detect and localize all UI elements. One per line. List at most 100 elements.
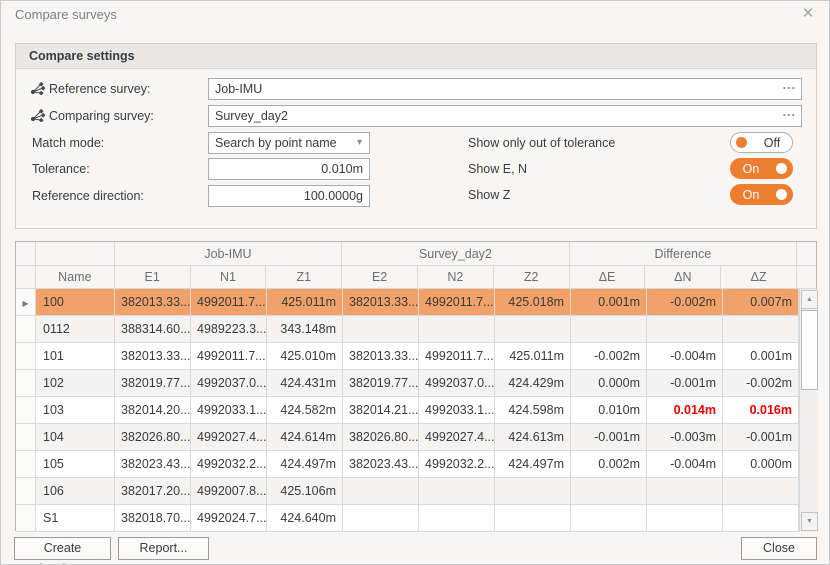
cell-ΔE: 0.002m: [571, 451, 647, 478]
table-row[interactable]: 106382017.20...4992007.8...425.106m: [16, 478, 799, 505]
cell-E1: 382023.43...: [115, 451, 191, 478]
column-header-e2[interactable]: E2: [342, 266, 418, 289]
toggle-knob: [736, 137, 747, 148]
cell-name: 0112: [36, 316, 115, 343]
cell-E1: 382013.33...: [115, 343, 191, 370]
close-button[interactable]: Close: [741, 537, 817, 560]
reference-direction-input[interactable]: 100.0000g: [208, 185, 370, 207]
cell-N2: [419, 505, 495, 532]
cell-ΔN: [647, 478, 723, 505]
toggle-state: On: [731, 188, 771, 202]
row-marker: [16, 451, 36, 478]
cell-Z2: [495, 478, 571, 505]
cell-ΔZ: 0.016m: [723, 397, 799, 424]
show-out-of-tolerance-toggle[interactable]: Off: [730, 132, 793, 153]
cell-E1: 382017.20...: [115, 478, 191, 505]
cell-Z1: 343.148m: [267, 316, 343, 343]
match-mode-value: Search by point name: [215, 136, 337, 150]
tolerance-input[interactable]: 0.010m: [208, 158, 370, 180]
cell-N1: 4992027.4...: [191, 424, 267, 451]
table-row[interactable]: 0112388314.60...4989223.3...343.148m: [16, 316, 799, 343]
browse-ellipsis-icon[interactable]: ...: [783, 75, 796, 95]
scroll-up-icon[interactable]: ▲: [801, 290, 818, 309]
cell-E1: 382026.80...: [115, 424, 191, 451]
reference-survey-field[interactable]: Job-IMU ...: [208, 78, 802, 100]
column-header-name[interactable]: Name: [36, 266, 115, 289]
cell-N2: [419, 316, 495, 343]
cell-E2: 382023.43...: [343, 451, 419, 478]
create-drawing-button[interactable]: Create drawing...: [14, 537, 111, 560]
row-marker: [16, 316, 36, 343]
cell-ΔN: -0.004m: [647, 343, 723, 370]
reference-survey-value: Job-IMU: [215, 82, 262, 96]
scroll-down-icon[interactable]: ▼: [801, 512, 818, 531]
table-row[interactable]: 102382019.77...4992037.0...424.431m38201…: [16, 370, 799, 397]
cell-N1: 4992037.0...: [191, 370, 267, 397]
row-marker: [16, 505, 36, 532]
table-row[interactable]: 101382013.33...4992011.7...425.010m38201…: [16, 343, 799, 370]
cell-N2: 4992037.0...: [419, 370, 495, 397]
group-header-reference: Job-IMU: [115, 242, 342, 266]
cell-E2: 382013.33...: [343, 343, 419, 370]
group-header-blank: [36, 242, 115, 266]
column-header-z2[interactable]: Z2: [494, 266, 570, 289]
reference-direction-value: 100.0000g: [304, 189, 363, 203]
scrollbar-thumb[interactable]: [801, 310, 818, 390]
cell-ΔZ: -0.001m: [723, 424, 799, 451]
cell-N2: 4992011.7...: [419, 343, 495, 370]
toggle-knob: [776, 189, 787, 200]
show-en-label: Show E, N: [468, 162, 527, 176]
cell-E1: 382013.33...: [115, 289, 191, 316]
column-header-dz[interactable]: ΔZ: [721, 266, 797, 289]
column-header-n1[interactable]: N1: [191, 266, 267, 289]
cell-ΔZ: 0.001m: [723, 343, 799, 370]
cell-Z1: 424.431m: [267, 370, 343, 397]
cell-Z1: 424.614m: [267, 424, 343, 451]
reference-direction-label: Reference direction:: [32, 189, 144, 203]
table-row[interactable]: ▶100382013.33...4992011.7...425.011m3820…: [16, 289, 799, 316]
survey-icon: [30, 82, 45, 95]
cell-E1: 382019.77...: [115, 370, 191, 397]
cell-E2: [343, 478, 419, 505]
cell-ΔZ: -0.002m: [723, 370, 799, 397]
comparison-table: Job-IMU Survey_day2 Difference Name E1 N…: [15, 241, 817, 531]
column-header-blank: [16, 266, 36, 289]
table-row[interactable]: S1382018.70...4992024.7...424.640m: [16, 505, 799, 532]
vertical-scrollbar[interactable]: ▲ ▼: [799, 289, 818, 532]
column-header-de[interactable]: ΔE: [570, 266, 646, 289]
group-header-difference: Difference: [570, 242, 797, 266]
column-header-n2[interactable]: N2: [418, 266, 494, 289]
report-button[interactable]: Report...: [118, 537, 209, 560]
cell-ΔZ: [723, 478, 799, 505]
browse-ellipsis-icon[interactable]: ...: [783, 102, 796, 122]
cell-ΔE: -0.001m: [571, 424, 647, 451]
cell-ΔN: [647, 505, 723, 532]
column-header-e1[interactable]: E1: [115, 266, 191, 289]
cell-N1: 4989223.3...: [191, 316, 267, 343]
show-z-toggle[interactable]: On: [730, 184, 793, 205]
column-header-z1[interactable]: Z1: [266, 266, 342, 289]
table-row[interactable]: 104382026.80...4992027.4...424.614m38202…: [16, 424, 799, 451]
selected-row-arrow-icon: ▶: [22, 299, 28, 308]
tolerance-label: Tolerance:: [32, 162, 90, 176]
cell-ΔN: -0.002m: [647, 289, 723, 316]
cell-E1: 382018.70...: [115, 505, 191, 532]
cell-name: 100: [36, 289, 115, 316]
match-mode-select[interactable]: Search by point name ▾: [208, 132, 370, 154]
show-out-of-tolerance-label: Show only out of tolerance: [468, 136, 615, 150]
cell-N2: 4992032.2...: [419, 451, 495, 478]
show-en-toggle[interactable]: On: [730, 158, 793, 179]
compare-surveys-dialog: Compare surveys × Compare settings Refer…: [0, 0, 830, 565]
cell-ΔN: -0.003m: [647, 424, 723, 451]
cell-Z2: 424.613m: [495, 424, 571, 451]
cell-Z1: 425.011m: [267, 289, 343, 316]
comparing-survey-field[interactable]: Survey_day2 ...: [208, 105, 802, 127]
cell-ΔE: 0.001m: [571, 289, 647, 316]
table-row[interactable]: 105382023.43...4992032.2...424.497m38202…: [16, 451, 799, 478]
close-icon[interactable]: ×: [797, 3, 819, 25]
cell-N1: 4992011.7...: [191, 343, 267, 370]
cell-E2: 382026.80...: [343, 424, 419, 451]
table-body: ▶100382013.33...4992011.7...425.011m3820…: [16, 289, 799, 532]
table-row[interactable]: 103382014.20...4992033.1...424.582m38201…: [16, 397, 799, 424]
column-header-dn[interactable]: ΔN: [645, 266, 721, 289]
